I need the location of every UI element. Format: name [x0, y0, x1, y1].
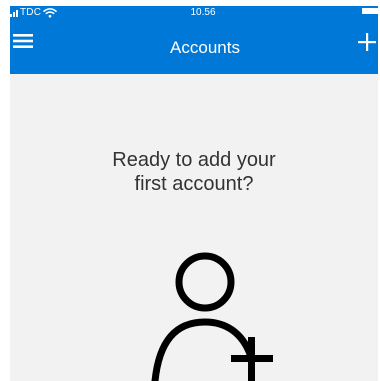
- top-bar: TDC 10.56 Accounts: [10, 6, 378, 74]
- empty-state-message: Ready to add your first account?: [10, 148, 378, 196]
- screen: TDC 10.56 Accounts Ready to add your fir…: [0, 0, 380, 381]
- page-title: Accounts: [170, 38, 240, 57]
- empty-state-line-1: Ready to add your: [112, 149, 276, 171]
- empty-state: Ready to add your first account?: [10, 74, 378, 381]
- wifi-icon: [43, 8, 57, 18]
- status-time: 10.56: [190, 7, 216, 18]
- signal-icon: [10, 9, 18, 17]
- plus-icon[interactable]: [356, 31, 378, 53]
- status-left: TDC: [10, 7, 57, 19]
- empty-state-line-2: first account?: [134, 173, 254, 195]
- person-add-icon: [151, 252, 273, 381]
- hamburger-icon[interactable]: [13, 31, 33, 51]
- battery-icon: [362, 8, 378, 14]
- carrier-label: TDC: [20, 7, 42, 18]
